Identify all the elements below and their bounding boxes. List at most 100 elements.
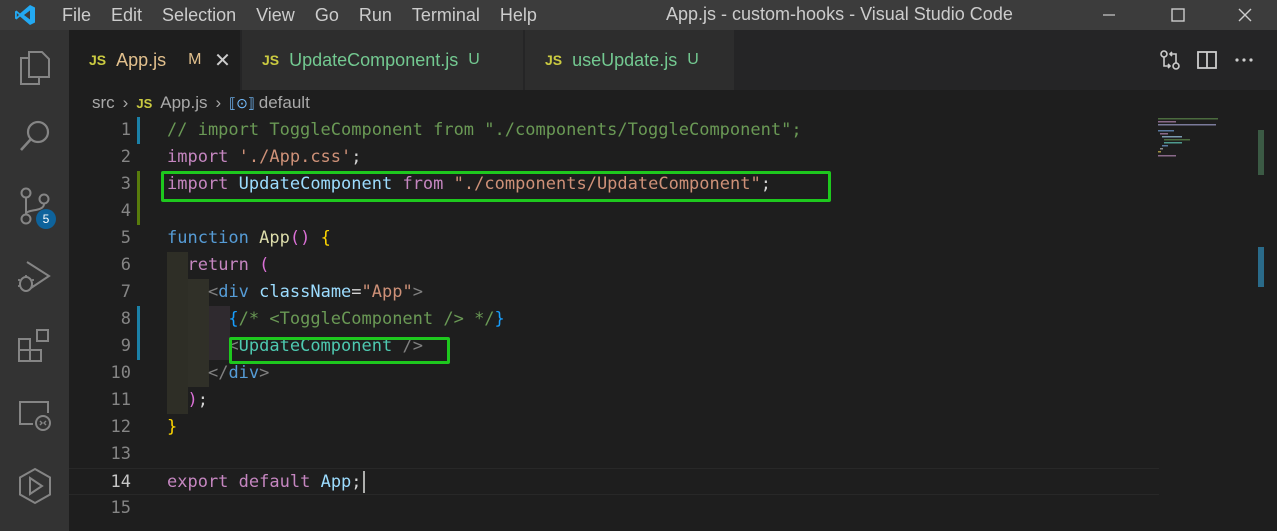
code-line: 13 <box>69 441 1159 468</box>
code-line: 5 function App() { <box>69 225 1159 252</box>
code-line: 8 {/* <ToggleComponent /> */} <box>69 306 1159 333</box>
symbol-variable-icon: ⟦⊙⟧ <box>229 94 255 111</box>
chevron-right-icon: › <box>122 93 129 112</box>
menu-view[interactable]: View <box>256 5 295 26</box>
menu-file[interactable]: File <box>62 5 91 26</box>
extensions-button[interactable] <box>0 313 69 377</box>
breadcrumb-folder[interactable]: src <box>92 93 115 113</box>
line-number: 8 <box>120 309 131 329</box>
extensions-icon <box>17 329 49 362</box>
git-status-badge: U <box>468 51 480 68</box>
minimize-button[interactable] <box>1086 0 1132 30</box>
code-line: 10 </div> <box>69 360 1159 387</box>
code-text: return ( <box>187 255 270 275</box>
line-number: 10 <box>110 363 131 383</box>
js-file-icon: JS <box>89 52 107 68</box>
menu-run[interactable]: Run <box>359 5 392 26</box>
line-number: 2 <box>120 147 131 167</box>
tab-use-update-js[interactable]: JS useUpdate.js U <box>525 30 735 90</box>
line-number: 15 <box>110 498 131 518</box>
search-button[interactable] <box>0 104 69 168</box>
chevron-right-icon: › <box>215 93 222 112</box>
close-icon <box>1238 8 1252 22</box>
breadcrumb-symbol[interactable]: default <box>259 93 310 113</box>
menu-edit[interactable]: Edit <box>111 5 142 26</box>
line-number: 9 <box>120 336 131 356</box>
remote-explorer-icon <box>18 401 51 431</box>
highlight-box-update-component <box>229 337 450 364</box>
menu-help[interactable]: Help <box>500 5 537 26</box>
vertical-scrollbar[interactable] <box>1257 117 1277 531</box>
live-share-button[interactable] <box>0 454 69 518</box>
code-line: 15 <box>69 495 1159 522</box>
scrollbar-change-marker <box>1258 247 1264 287</box>
js-file-icon: JS <box>262 52 280 68</box>
scrollbar-change-marker <box>1258 130 1264 175</box>
code-line: 12 } <box>69 414 1159 441</box>
tab-label: UpdateComponent.js <box>289 49 459 70</box>
window-title: App.js - custom-hooks - Visual Studio Co… <box>666 4 1013 24</box>
more-icon <box>1235 58 1253 62</box>
code-text: // import ToggleComponent from "./compon… <box>167 120 802 140</box>
maximize-icon <box>1171 8 1185 22</box>
source-control-badge: 5 <box>36 209 56 229</box>
live-share-icon <box>18 467 51 505</box>
code-text: {/* <ToggleComponent /> */} <box>228 309 505 329</box>
title-bar: File Edit Selection View Go Run Terminal… <box>0 0 1277 30</box>
line-number: 5 <box>120 228 131 248</box>
code-text: </div> <box>207 363 270 383</box>
menu-terminal[interactable]: Terminal <box>412 5 480 26</box>
line-number: 12 <box>110 417 131 437</box>
close-tab-icon[interactable]: ✕ <box>213 48 231 72</box>
js-file-icon: JS <box>136 95 153 111</box>
code-line: 11 ); <box>69 387 1159 414</box>
tab-label: useUpdate.js <box>572 49 678 70</box>
vscode-logo-icon <box>14 4 36 26</box>
code-text: export default App; <box>167 469 365 496</box>
search-icon <box>19 120 49 151</box>
code-editor[interactable]: 1 // import ToggleComponent from "./comp… <box>69 117 1277 531</box>
code-line: 1 // import ToggleComponent from "./comp… <box>69 117 1159 144</box>
line-number: 1 <box>120 120 131 140</box>
current-line-number: 14 <box>110 472 131 492</box>
menu-go[interactable]: Go <box>315 5 339 26</box>
breadcrumb-file[interactable]: App.js <box>160 93 207 113</box>
code-text: } <box>167 417 178 437</box>
split-editor-icon <box>1197 51 1217 69</box>
code-line: 7 <div className="App"> <box>69 279 1159 306</box>
explorer-icon <box>19 51 50 85</box>
open-changes-button[interactable] <box>1158 48 1182 72</box>
activity-bar: 5 <box>0 30 69 531</box>
remote-explorer-button[interactable] <box>0 384 69 448</box>
minimize-icon <box>1103 14 1115 16</box>
split-editor-button[interactable] <box>1195 48 1219 72</box>
run-debug-icon <box>17 261 51 292</box>
close-window-button[interactable] <box>1222 0 1268 30</box>
tab-update-component-js[interactable]: JS UpdateComponent.js U <box>242 30 524 90</box>
line-number: 11 <box>110 390 131 410</box>
run-debug-button[interactable] <box>0 244 69 308</box>
code-line: 6 return ( <box>69 252 1159 279</box>
code-text: <div className="App"> <box>207 282 423 302</box>
line-number: 6 <box>120 255 131 275</box>
git-compare-icon <box>1160 50 1180 70</box>
highlight-box-import <box>161 171 831 202</box>
editor-tab-bar: JS App.js M ✕ JS UpdateComponent.js U JS… <box>69 30 1277 90</box>
source-control-button[interactable]: 5 <box>0 175 69 239</box>
menu-bar: File Edit Selection View Go Run Terminal… <box>52 0 547 30</box>
tab-label: App.js <box>116 49 167 70</box>
line-number: 7 <box>120 282 131 302</box>
menu-selection[interactable]: Selection <box>162 5 236 26</box>
explorer-button[interactable] <box>0 36 69 100</box>
maximize-button[interactable] <box>1155 0 1201 30</box>
current-code-line: 14 export default App; <box>69 468 1159 495</box>
git-status-badge: U <box>687 51 699 68</box>
code-text: import './App.css'; <box>167 147 362 167</box>
line-number: 3 <box>120 174 131 194</box>
code-line: 2 import './App.css'; <box>69 144 1159 171</box>
line-number: 4 <box>120 201 131 221</box>
minimap[interactable] <box>1150 117 1256 157</box>
more-actions-button[interactable] <box>1232 48 1256 72</box>
js-file-icon: JS <box>545 52 563 68</box>
tab-app-js[interactable]: JS App.js M ✕ <box>69 30 241 90</box>
